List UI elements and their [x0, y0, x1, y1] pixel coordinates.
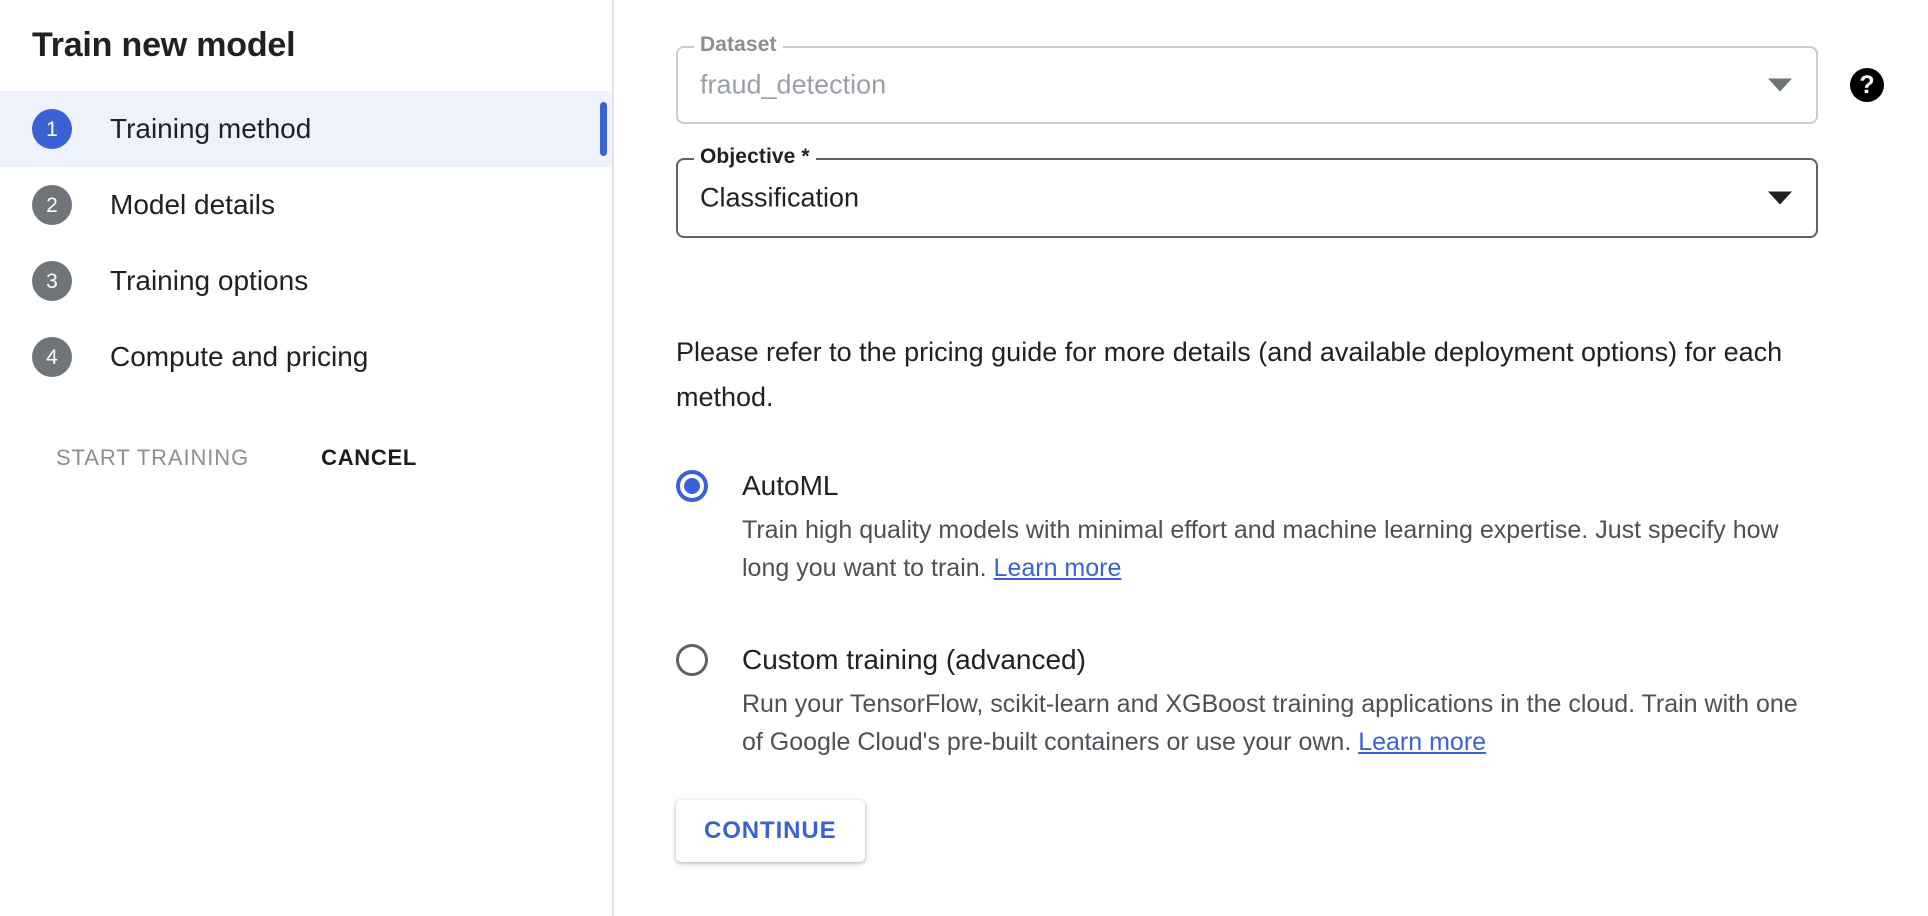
option-header: AutoML: [676, 470, 1816, 502]
training-method-option-automl[interactable]: AutoML Train high quality models with mi…: [676, 470, 1816, 587]
objective-value: Classification: [700, 183, 859, 214]
training-method-panel: Dataset fraud_detection ? Objective * Cl…: [614, 0, 1928, 916]
option-header: Custom training (advanced): [676, 644, 1816, 676]
wizard-step-list: 1 Training method 2 Model details 3 Trai…: [0, 91, 612, 395]
option-description-text: Run your TensorFlow, scikit-learn and XG…: [742, 690, 1798, 756]
train-new-model-page: Train new model 1 Training method 2 Mode…: [0, 0, 1928, 916]
objective-label: Objective *: [694, 145, 816, 169]
sidebar-item-compute-and-pricing[interactable]: 4 Compute and pricing: [0, 319, 612, 395]
help-icon[interactable]: ?: [1850, 68, 1884, 102]
wizard-sidebar: Train new model 1 Training method 2 Mode…: [0, 0, 614, 916]
step-number-badge-3: 3: [32, 261, 72, 301]
learn-more-link-automl[interactable]: Learn more: [994, 554, 1122, 582]
learn-more-link-custom-training[interactable]: Learn more: [1358, 728, 1486, 756]
option-title-automl[interactable]: AutoML: [742, 471, 839, 502]
cancel-button[interactable]: CANCEL: [317, 435, 421, 481]
chevron-down-icon[interactable]: [1768, 192, 1792, 205]
radio-custom-training[interactable]: [676, 644, 708, 676]
dataset-label: Dataset: [694, 33, 783, 57]
step-number-badge-4: 4: [32, 337, 72, 377]
sidebar-item-training-method[interactable]: 1 Training method: [0, 91, 612, 167]
sidebar-action-bar: START TRAINING CANCEL: [0, 435, 612, 481]
start-training-button[interactable]: START TRAINING: [52, 435, 253, 481]
radio-automl[interactable]: [676, 470, 708, 502]
pricing-note: Please refer to the pricing guide for mo…: [676, 330, 1836, 420]
sidebar-item-label-model-details: Model details: [110, 190, 275, 221]
sidebar-item-model-details[interactable]: 2 Model details: [0, 167, 612, 243]
option-description-automl: Train high quality models with minimal e…: [742, 511, 1816, 587]
chevron-down-icon[interactable]: [1768, 79, 1792, 92]
training-method-option-custom-training[interactable]: Custom training (advanced) Run your Tens…: [676, 644, 1816, 761]
sidebar-item-label-compute-and-pricing: Compute and pricing: [110, 342, 368, 373]
dataset-value: fraud_detection: [700, 70, 886, 101]
step-number-badge-2: 2: [32, 185, 72, 225]
continue-button[interactable]: CONTINUE: [676, 800, 865, 862]
sidebar-item-training-options[interactable]: 3 Training options: [0, 243, 612, 319]
sidebar-item-label-training-options: Training options: [110, 266, 308, 297]
step-number-badge-1: 1: [32, 109, 72, 149]
dataset-select[interactable]: Dataset fraud_detection: [676, 46, 1818, 124]
option-title-custom-training[interactable]: Custom training (advanced): [742, 645, 1086, 676]
option-description-text: Train high quality models with minimal e…: [742, 516, 1779, 582]
active-step-indicator: [600, 102, 607, 156]
page-title: Train new model: [0, 0, 612, 68]
option-description-custom-training: Run your TensorFlow, scikit-learn and XG…: [742, 685, 1816, 761]
objective-select[interactable]: Objective * Classification: [676, 158, 1818, 238]
sidebar-item-label-training-method: Training method: [110, 114, 311, 145]
